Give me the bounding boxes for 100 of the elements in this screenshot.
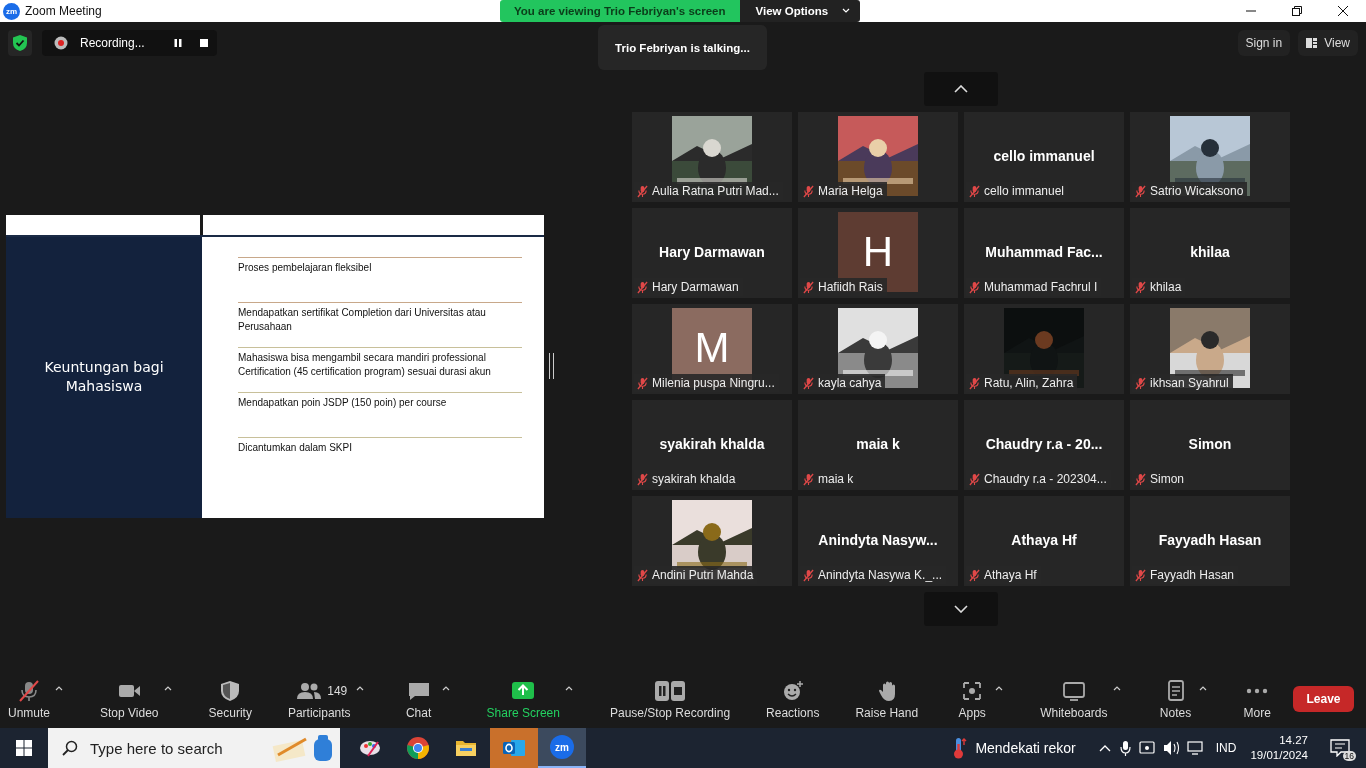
muted-mic-icon: [1135, 184, 1146, 198]
restore-icon: [1291, 5, 1303, 17]
muted-mic-icon: [803, 280, 814, 294]
caret-up-icon: [565, 684, 573, 691]
muted-mic-icon: [1135, 472, 1146, 486]
taskbar-search-field[interactable]: Type here to search: [48, 728, 340, 768]
leave-button[interactable]: Leave: [1293, 686, 1354, 712]
muted-mic-icon: [637, 568, 648, 582]
toolbar-button[interactable]: Apps: [952, 676, 993, 722]
participant-name: Fayyadh Hasan: [1150, 568, 1235, 582]
participant-tile[interactable]: H Hafiidh Rais: [798, 208, 958, 298]
slide-bullet: Mendapatkan sertifikat Completion dari Universitas atau Perusahaan: [238, 305, 487, 334]
participant-name: Ratu, Alin, Zahra: [984, 376, 1074, 390]
search-icon: [62, 740, 78, 756]
participant-tile[interactable]: Maria Helga: [798, 112, 958, 202]
participant-display-name: Muhammad Fac...: [985, 244, 1103, 260]
chevron-down-icon: [842, 8, 851, 14]
muted-mic-icon: [969, 184, 980, 198]
weather-text[interactable]: Mendekati rekor: [975, 740, 1076, 756]
recording-status: Recording...: [80, 36, 145, 50]
muted-mic-icon: [1135, 376, 1146, 390]
participant-name: Hafiidh Rais: [818, 280, 883, 294]
participant-tile[interactable]: Muhammad Fac... Muhammad Fachrul I: [964, 208, 1124, 298]
participant-tile[interactable]: Chaudry r.a - 20... Chaudry r.a - 202304...: [964, 400, 1124, 490]
participant-tile[interactable]: Satrio Wicaksono: [1130, 112, 1290, 202]
muted-mic-icon: [969, 472, 980, 486]
toolbar-button[interactable]: Unmute: [6, 676, 53, 722]
toolbar-button[interactable]: Stop Video: [98, 676, 161, 722]
view-options-button[interactable]: View Options: [739, 0, 861, 22]
notifications-button[interactable]: 16: [1322, 730, 1358, 766]
participant-tile[interactable]: maia k maia k: [798, 400, 958, 490]
participant-tile[interactable]: Ratu, Alin, Zahra: [964, 304, 1124, 394]
windows-logo-icon: [16, 740, 32, 756]
participant-tile[interactable]: kayla cahya: [798, 304, 958, 394]
toolbar-button[interactable]: Notes: [1155, 676, 1196, 722]
muted-mic-icon: [969, 280, 980, 294]
participant-tile[interactable]: ikhsan Syahrul: [1130, 304, 1290, 394]
muted-mic-icon: [803, 376, 814, 390]
participant-tile[interactable]: syakirah khalda syakirah khalda: [632, 400, 792, 490]
participant-display-name: Simon: [1188, 436, 1232, 452]
participant-tile[interactable]: Andini Putri Mahda: [632, 496, 792, 586]
participant-name: Anindyta Nasywa K._...: [818, 568, 943, 582]
participant-display-name: maia k: [856, 436, 900, 452]
toolbar-button[interactable]: Whiteboards: [1038, 676, 1110, 722]
slide-bullet: Mendapatkan poin JSDP (150 poin) per course: [238, 395, 448, 410]
participant-display-name: Chaudry r.a - 20...: [985, 436, 1103, 452]
participant-tile[interactable]: Hary Darmawan Hary Darmawan: [632, 208, 792, 298]
participant-tile[interactable]: cello immanuel cello immanuel: [964, 112, 1124, 202]
caret-up-icon: [1198, 684, 1207, 691]
participant-display-name: khilaa: [1190, 244, 1230, 260]
sign-in-button[interactable]: Sign in: [1237, 30, 1291, 56]
more-icon: [1246, 687, 1269, 694]
clock-time[interactable]: 14.27: [1279, 733, 1308, 748]
toolbar-button[interactable]: Share Screen: [484, 676, 562, 722]
shield-check-icon[interactable]: [8, 30, 32, 56]
hand-icon: [877, 679, 896, 702]
toolbar-button[interactable]: Pause/Stop Recording: [608, 676, 733, 722]
participant-tile[interactable]: Anindyta Nasyw... Anindyta Nasywa K._...: [798, 496, 958, 586]
muted-mic-icon: [969, 376, 980, 390]
participant-name: cello immanuel: [984, 184, 1065, 198]
chevron-down-icon: [954, 605, 968, 613]
resize-handle[interactable]: [549, 353, 554, 379]
slide-title: Keuntungan bagi Mahasiswa: [44, 358, 164, 396]
toolbar-button[interactable]: Chat: [398, 676, 439, 722]
input-language[interactable]: IND: [1215, 741, 1237, 755]
pause-stop-icon: [652, 678, 688, 703]
muted-mic-icon: [803, 184, 814, 198]
participant-name: Simon: [1150, 472, 1184, 486]
participant-tile[interactable]: M Milenia puspa Ningru...: [632, 304, 792, 394]
participant-name: Chaudry r.a - 202304...: [984, 472, 1107, 486]
toolbar-button[interactable]: Raise Hand: [853, 676, 921, 722]
participant-display-name: cello immanuel: [993, 148, 1095, 164]
taskbar-app-button[interactable]: zm: [538, 728, 586, 768]
muted-mic-icon: [969, 568, 980, 582]
window-title: Zoom Meeting: [25, 4, 102, 18]
view-button[interactable]: View: [1298, 30, 1358, 56]
muted-mic-icon: [803, 568, 814, 582]
participant-tile[interactable]: Athaya Hf Athaya Hf: [964, 496, 1124, 586]
participant-name: kayla cahya: [818, 376, 882, 390]
muted-mic-icon: [637, 376, 648, 390]
toolbar-button[interactable]: 149 Participants: [285, 676, 353, 722]
participant-display-name: Fayyadh Hasan: [1158, 532, 1262, 548]
participant-tile[interactable]: Aulia Ratna Putri Mad...: [632, 112, 792, 202]
toolbar-button[interactable]: More: [1241, 676, 1273, 722]
participant-name: Maria Helga: [818, 184, 883, 198]
toolbar-button[interactable]: Security: [206, 676, 254, 722]
toolbar-button[interactable]: Reactions: [764, 676, 822, 722]
participant-name: khilaa: [1150, 280, 1182, 294]
participant-tile[interactable]: khilaa khilaa: [1130, 208, 1290, 298]
participant-tile[interactable]: Fayyadh Hasan Fayyadh Hasan: [1130, 496, 1290, 586]
share-banner: You are viewing Trio Febriyan's screen: [500, 0, 740, 22]
caret-up-icon: [1112, 684, 1121, 691]
muted-mic-icon: [637, 280, 648, 294]
participant-tile[interactable]: Simon Simon: [1130, 400, 1290, 490]
search-input[interactable]: Type here to search: [88, 738, 262, 758]
caret-up-icon: [163, 684, 172, 691]
participant-name: Satrio Wicaksono: [1150, 184, 1244, 198]
browser-icon: [406, 736, 430, 760]
participant-name: Aulia Ratna Putri Mad...: [652, 184, 779, 198]
clock-date[interactable]: 19/01/2024: [1250, 748, 1308, 763]
